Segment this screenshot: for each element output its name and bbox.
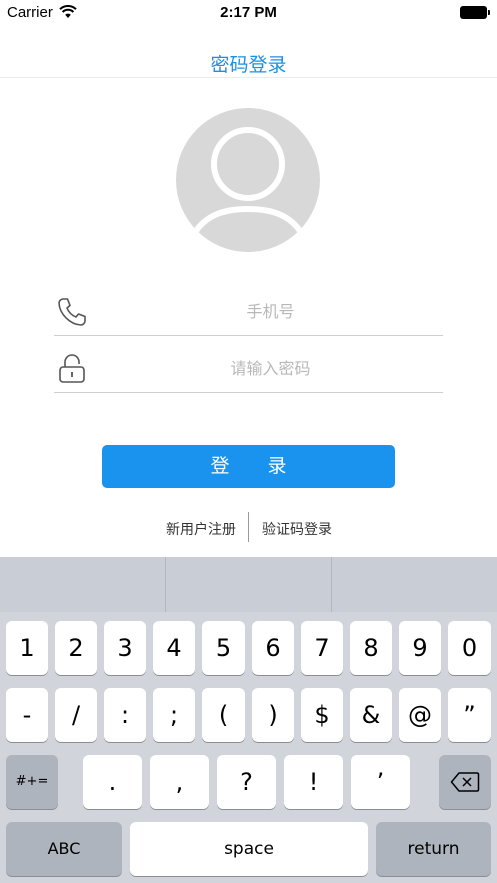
password-input[interactable] bbox=[98, 351, 443, 385]
key-quote[interactable]: ” bbox=[448, 688, 491, 742]
abc-key[interactable]: ABC bbox=[6, 822, 122, 876]
page-title: 密码登录 bbox=[210, 54, 287, 76]
links-divider bbox=[248, 512, 249, 542]
backspace-icon bbox=[450, 772, 480, 792]
key-8[interactable]: 8 bbox=[350, 621, 392, 675]
key-5[interactable]: 5 bbox=[202, 621, 245, 675]
key-7[interactable]: 7 bbox=[301, 621, 343, 675]
key-close-paren[interactable]: ) bbox=[252, 688, 294, 742]
key-apostrophe[interactable]: ’ bbox=[351, 755, 410, 809]
key-hyphen[interactable]: - bbox=[6, 688, 48, 742]
key-1[interactable]: 1 bbox=[6, 621, 48, 675]
phone-input[interactable] bbox=[98, 294, 443, 328]
key-dollar[interactable]: $ bbox=[301, 688, 343, 742]
nav-divider bbox=[0, 77, 497, 78]
login-button[interactable]: 登 录 bbox=[102, 445, 395, 488]
status-bar: Carrier 2:17 PM bbox=[0, 0, 497, 26]
key-semicolon[interactable]: ; bbox=[153, 688, 195, 742]
auth-links: 新用户注册 验证码登录 bbox=[0, 512, 497, 542]
user-silhouette-icon bbox=[191, 127, 305, 236]
key-3[interactable]: 3 bbox=[104, 621, 146, 675]
space-key[interactable]: space bbox=[130, 822, 368, 876]
key-0[interactable]: 0 bbox=[448, 621, 491, 675]
key-2[interactable]: 2 bbox=[55, 621, 97, 675]
key-question[interactable]: ? bbox=[217, 755, 276, 809]
keyboard: 1 2 3 4 5 6 7 8 9 0 - / : ; ( ) $ & @ ” … bbox=[0, 557, 497, 883]
key-4[interactable]: 4 bbox=[153, 621, 195, 675]
key-period[interactable]: . bbox=[83, 755, 142, 809]
battery-icon bbox=[460, 6, 490, 19]
clock: 2:17 PM bbox=[220, 4, 277, 21]
key-6[interactable]: 6 bbox=[252, 621, 294, 675]
symbols-mode-key[interactable]: #+= bbox=[6, 755, 58, 809]
phone-icon bbox=[58, 298, 86, 326]
key-at[interactable]: @ bbox=[399, 688, 441, 742]
key-exclamation[interactable]: ! bbox=[284, 755, 343, 809]
sms-login-link[interactable]: 验证码登录 bbox=[256, 519, 338, 539]
return-key[interactable]: return bbox=[376, 822, 491, 876]
key-colon[interactable]: : bbox=[104, 688, 146, 742]
password-field[interactable] bbox=[54, 345, 443, 393]
suggestion-divider bbox=[165, 557, 166, 612]
key-ampersand[interactable]: & bbox=[350, 688, 392, 742]
key-slash[interactable]: / bbox=[55, 688, 97, 742]
avatar[interactable] bbox=[176, 108, 320, 252]
key-open-paren[interactable]: ( bbox=[202, 688, 245, 742]
phone-field[interactable] bbox=[54, 288, 443, 336]
suggestion-bar bbox=[0, 557, 497, 612]
delete-key[interactable] bbox=[439, 755, 491, 809]
key-comma[interactable]: , bbox=[150, 755, 209, 809]
key-9[interactable]: 9 bbox=[399, 621, 441, 675]
suggestion-divider bbox=[331, 557, 332, 612]
lock-icon bbox=[59, 354, 85, 383]
register-link[interactable]: 新用户注册 bbox=[160, 519, 242, 539]
